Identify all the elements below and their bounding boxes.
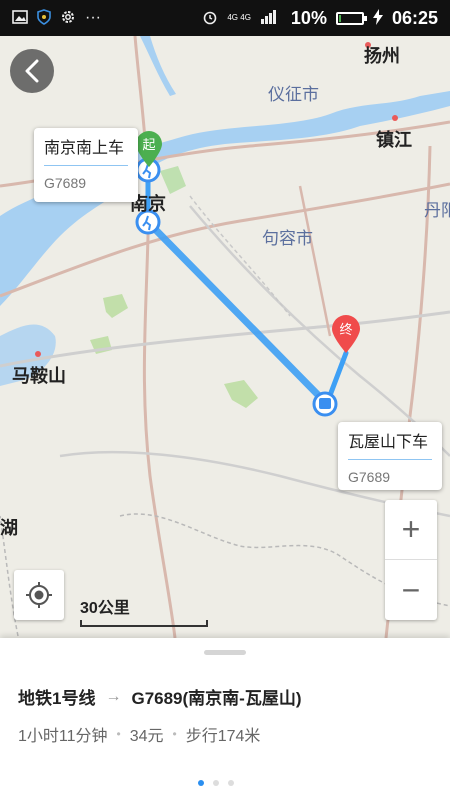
zoom-out-button[interactable]: − — [385, 560, 437, 620]
gallery-icon — [12, 10, 28, 26]
end-station-callout[interactable]: 瓦屋山下车 G7689 — [338, 422, 442, 490]
start-station-callout[interactable]: 南京南上车 G7689 — [34, 128, 138, 202]
crosshair-icon — [26, 582, 52, 608]
city-label-hu: 湖 — [0, 518, 18, 538]
map-scale: 30公里 — [80, 594, 208, 627]
route-detail-sheet[interactable]: 地铁1号线 → G7689(南京南-瓦屋山) 1小时11分钟 • 34元 • 步… — [0, 638, 450, 800]
scale-label: 30公里 — [80, 600, 130, 617]
route-segment-train: G7689(南京南-瓦屋山) — [131, 689, 302, 708]
start-marker-icon[interactable]: 起 — [134, 130, 164, 168]
end-marker-label: 终 — [339, 322, 352, 338]
alarm-icon — [202, 9, 218, 27]
end-station-title: 瓦屋山下车 — [348, 428, 432, 460]
clock: 06:25 — [391, 7, 438, 28]
route-summary: 1小时11分钟 • 34元 • 步行174米 — [18, 722, 260, 746]
charging-bolt-icon — [372, 9, 383, 27]
battery-percent: 10% — [290, 7, 327, 28]
start-station-title: 南京南上车 — [44, 134, 128, 166]
city-label-zhenjiang: 镇江 — [376, 130, 412, 150]
zoom-control: + − — [385, 500, 437, 620]
city-label-yangzhou: 扬州 — [364, 46, 400, 66]
route-title: 地铁1号线 → G7689(南京南-瓦屋山) — [18, 684, 302, 709]
page-dot[interactable] — [213, 780, 219, 786]
route-duration: 1小时11分钟 — [18, 728, 108, 745]
zoom-in-button[interactable]: + — [385, 500, 437, 560]
end-station-train: G7689 — [348, 469, 391, 485]
page-indicator — [198, 780, 234, 786]
route-price: 34元 — [129, 728, 164, 745]
security-shield-icon — [37, 9, 51, 27]
battery-level — [338, 14, 341, 22]
city-label-danyang: 丹阳 — [424, 201, 450, 220]
start-marker-label: 起 — [142, 138, 155, 153]
locate-me-button[interactable] — [14, 570, 64, 620]
page-dot-active[interactable] — [198, 780, 204, 786]
chevron-left-icon — [25, 59, 39, 83]
city-label-yizheng: 仪征市 — [268, 85, 319, 104]
network-type: 4G 4G — [227, 13, 251, 22]
settings-icon — [60, 9, 76, 27]
status-bar: ··· 4G 4G 10% 06:25 — [0, 0, 450, 36]
more-notifications-icon: ··· — [85, 9, 101, 26]
route-arrow-icon: → — [105, 687, 122, 705]
status-left: ··· — [12, 9, 101, 27]
city-label-jurong: 句容市 — [262, 229, 313, 248]
route-segment-metro: 地铁1号线 — [18, 689, 96, 708]
separator-dot: • — [172, 727, 177, 741]
scale-bar — [80, 620, 208, 627]
start-station-train: G7689 — [44, 175, 87, 191]
status-right: 4G 4G 10% 06:25 — [202, 8, 438, 29]
city-label-maanshan: 马鞍山 — [12, 366, 66, 386]
signal-icon — [260, 10, 282, 26]
map-view[interactable]: 扬州 仪征市 镇江 丹阳 南京 句容市 马鞍山 湖 起 终 南京南上车 G768… — [0, 36, 450, 638]
sheet-drag-handle[interactable] — [204, 650, 246, 655]
back-button[interactable] — [10, 49, 54, 93]
battery-icon — [335, 11, 367, 25]
route-walk-distance: 步行174米 — [185, 728, 261, 745]
separator-dot: • — [116, 727, 121, 741]
page-dot[interactable] — [228, 780, 234, 786]
end-marker-icon[interactable]: 终 — [330, 314, 362, 354]
